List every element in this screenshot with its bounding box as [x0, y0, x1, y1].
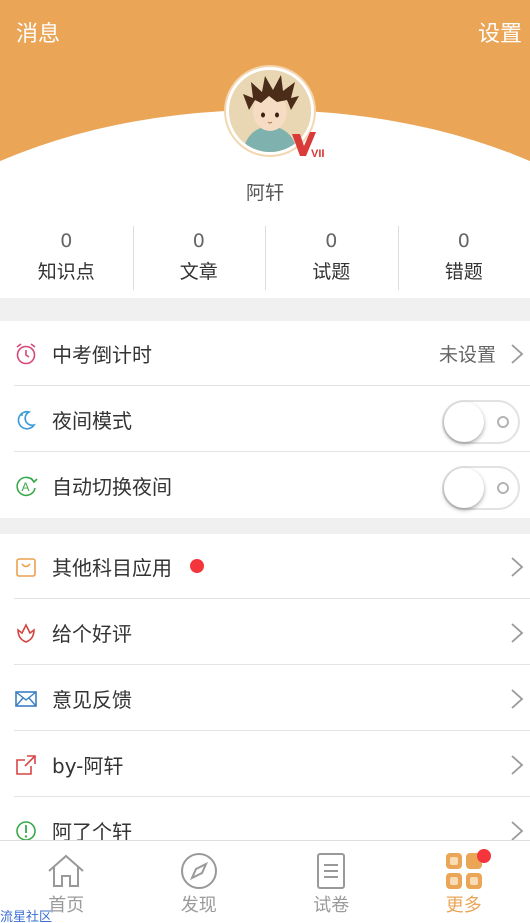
svg-text:A: A [22, 480, 30, 494]
tab-discover[interactable]: 发现 [133, 841, 266, 923]
vip-badge-text: VIP [311, 148, 324, 160]
alarm-clock-icon [14, 342, 38, 366]
feedback-label: 意见反馈 [52, 688, 132, 712]
stats-bar: 0 知识点 0 文章 0 试题 0 错题 [0, 224, 530, 292]
author-label: by-阿轩 [52, 754, 124, 778]
toggle-knob [444, 468, 484, 508]
toggle-off-indicator [497, 416, 509, 428]
stat-questions[interactable]: 0 试题 [265, 224, 398, 292]
auto-switch-icon: A [14, 474, 38, 498]
stat-value: 0 [60, 230, 73, 252]
stat-wrong-questions[interactable]: 0 错题 [397, 224, 530, 292]
stat-label: 试题 [312, 261, 351, 283]
tab-label: 更多 [445, 895, 482, 916]
stat-label: 错题 [444, 261, 483, 283]
bag-icon [14, 555, 38, 579]
row-divider [14, 730, 530, 731]
stat-label: 文章 [179, 261, 218, 283]
row-divider [14, 664, 530, 665]
chevron-right-icon [510, 688, 524, 710]
share-icon [14, 753, 38, 777]
auto-night-toggle[interactable] [442, 466, 520, 510]
stat-knowledge[interactable]: 0 知识点 [0, 224, 133, 292]
compass-icon [179, 851, 219, 891]
row-divider [14, 796, 530, 797]
chevron-right-icon [510, 754, 524, 776]
tab-label: 发现 [180, 895, 217, 916]
toggle-off-indicator [497, 482, 509, 494]
other-subjects-row[interactable]: 其他科目应用 [0, 534, 530, 599]
row-divider [14, 598, 530, 599]
home-icon [46, 851, 86, 891]
tab-papers[interactable]: 试卷 [265, 841, 398, 923]
username: 阿轩 [245, 182, 284, 204]
stat-value: 0 [325, 230, 338, 252]
chevron-right-icon [510, 556, 524, 578]
messages-button[interactable]: 消息 [16, 16, 60, 48]
author-row[interactable]: by-阿轩 [0, 732, 530, 797]
other-subjects-label: 其他科目应用 [52, 556, 172, 580]
auto-night-label: 自动切换夜间 [52, 475, 172, 499]
tab-label: 试卷 [313, 895, 350, 916]
row-divider [14, 451, 530, 452]
chevron-right-icon [510, 343, 524, 365]
feedback-row[interactable]: 意见反馈 [0, 666, 530, 731]
watermark: 流星社区 [0, 910, 53, 923]
row-divider [14, 385, 530, 386]
tab-bar: 首页 发现 试卷 更多 [0, 840, 530, 923]
countdown-row[interactable]: 中考倒计时 未设置 [0, 321, 530, 386]
paper-icon [311, 851, 351, 891]
stat-value: 0 [192, 230, 205, 252]
night-mode-toggle[interactable] [442, 400, 520, 444]
mail-icon [14, 687, 38, 711]
rate-app-row[interactable]: 给个好评 [0, 600, 530, 665]
countdown-label: 中考倒计时 [52, 343, 152, 367]
night-mode-label: 夜间模式 [52, 409, 132, 433]
toggle-knob [444, 402, 484, 442]
countdown-value: 未设置 [438, 344, 496, 366]
section-divider [0, 518, 530, 534]
auto-night-row: A 自动切换夜间 [0, 453, 530, 518]
chevron-right-icon [510, 820, 524, 842]
rate-app-label: 给个好评 [52, 622, 132, 646]
notification-dot [190, 559, 204, 573]
chevron-right-icon [510, 622, 524, 644]
night-mode-row: 夜间模式 [0, 387, 530, 452]
notification-dot [476, 849, 491, 863]
stat-value: 0 [457, 230, 470, 252]
settings-button[interactable]: 设置 [478, 16, 522, 48]
stat-articles[interactable]: 0 文章 [132, 224, 266, 292]
tab-more[interactable]: 更多 [398, 841, 530, 923]
vip-badge: VIP [290, 130, 329, 160]
moon-icon [14, 408, 38, 432]
section-divider [0, 298, 530, 321]
stat-label: 知识点 [37, 261, 95, 283]
flower-icon [14, 621, 38, 645]
